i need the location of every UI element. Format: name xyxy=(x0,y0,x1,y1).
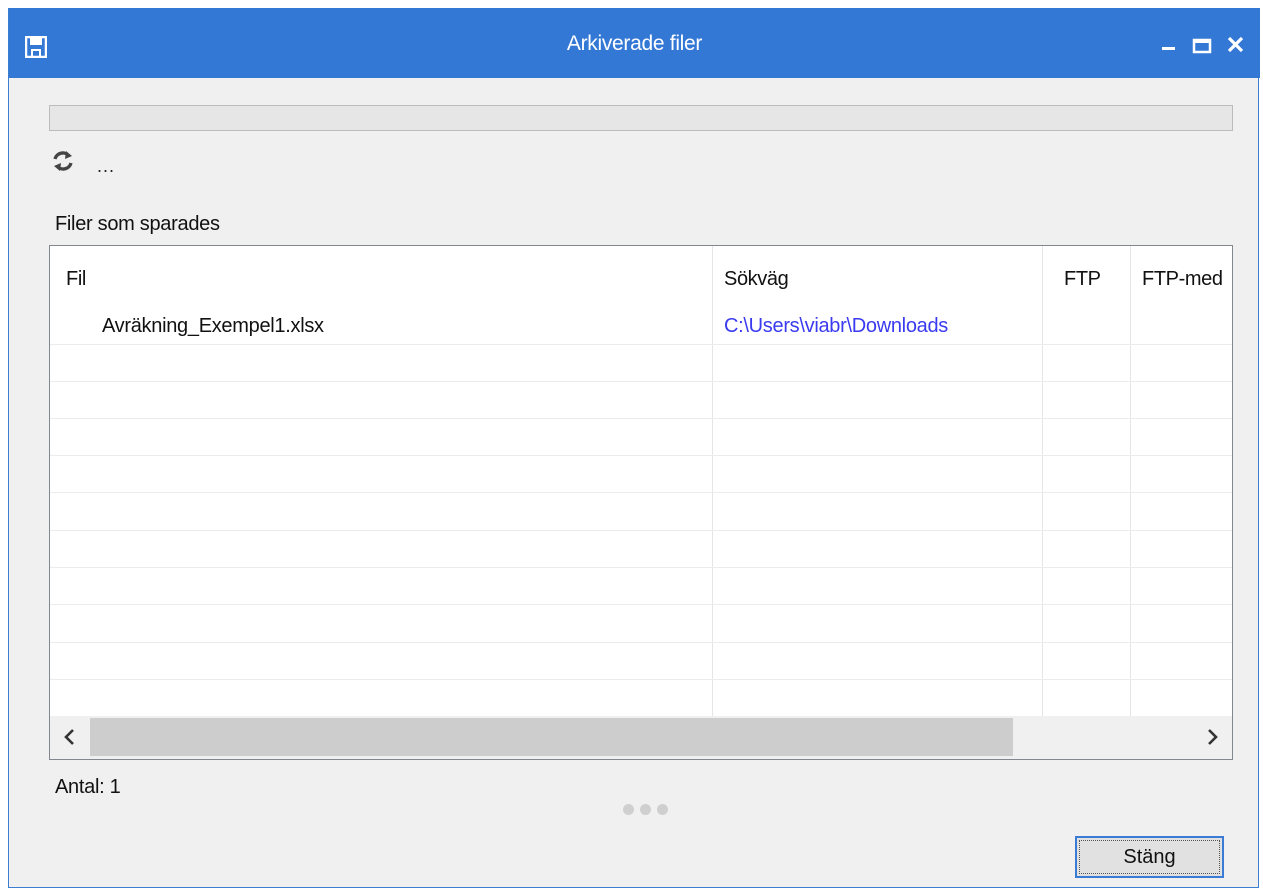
window-title: Arkiverade filer xyxy=(566,32,703,55)
file-path-cell: C:\Users\viabr\Downloads xyxy=(724,315,948,337)
minimize-icon[interactable] xyxy=(1157,32,1183,58)
files-group-label: Filer som sparades xyxy=(55,213,220,235)
horizontal-scrollbar[interactable] xyxy=(50,716,1232,759)
table-row[interactable]: Avräkning_Exempel1.xlsx C:\Users\viabr\D… xyxy=(50,307,1232,344)
column-header-file[interactable]: Fil xyxy=(66,268,706,291)
progress-bar xyxy=(49,105,1233,131)
status-text: ... xyxy=(97,156,116,176)
dot xyxy=(640,804,651,815)
scroll-right-icon[interactable] xyxy=(1200,725,1224,749)
archived-files-window: Arkiverade filer ... Filer som sparades … xyxy=(8,8,1260,888)
file-count-label: Antal: 1 xyxy=(55,776,121,798)
close-icon[interactable] xyxy=(1223,32,1249,58)
dot xyxy=(623,804,634,815)
maximize-icon[interactable] xyxy=(1189,32,1215,58)
dot xyxy=(657,804,668,815)
scroll-left-icon[interactable] xyxy=(58,725,82,749)
files-list-view[interactable]: Fil Sökväg FTP FTP-med Avräkning_Exempel… xyxy=(49,245,1233,760)
close-button[interactable]: Stäng xyxy=(1075,836,1224,878)
title-bar[interactable]: Arkiverade filer xyxy=(9,8,1260,78)
more-options-icon[interactable] xyxy=(623,802,674,820)
refresh-icon[interactable] xyxy=(51,148,75,174)
column-header-path[interactable]: Sökväg xyxy=(724,268,1034,291)
file-name-cell: Avräkning_Exempel1.xlsx xyxy=(102,315,324,337)
column-header-ftp-message[interactable]: FTP-med xyxy=(1142,268,1230,291)
column-header-ftp[interactable]: FTP xyxy=(1064,268,1124,291)
scrollbar-thumb[interactable] xyxy=(90,718,1013,756)
